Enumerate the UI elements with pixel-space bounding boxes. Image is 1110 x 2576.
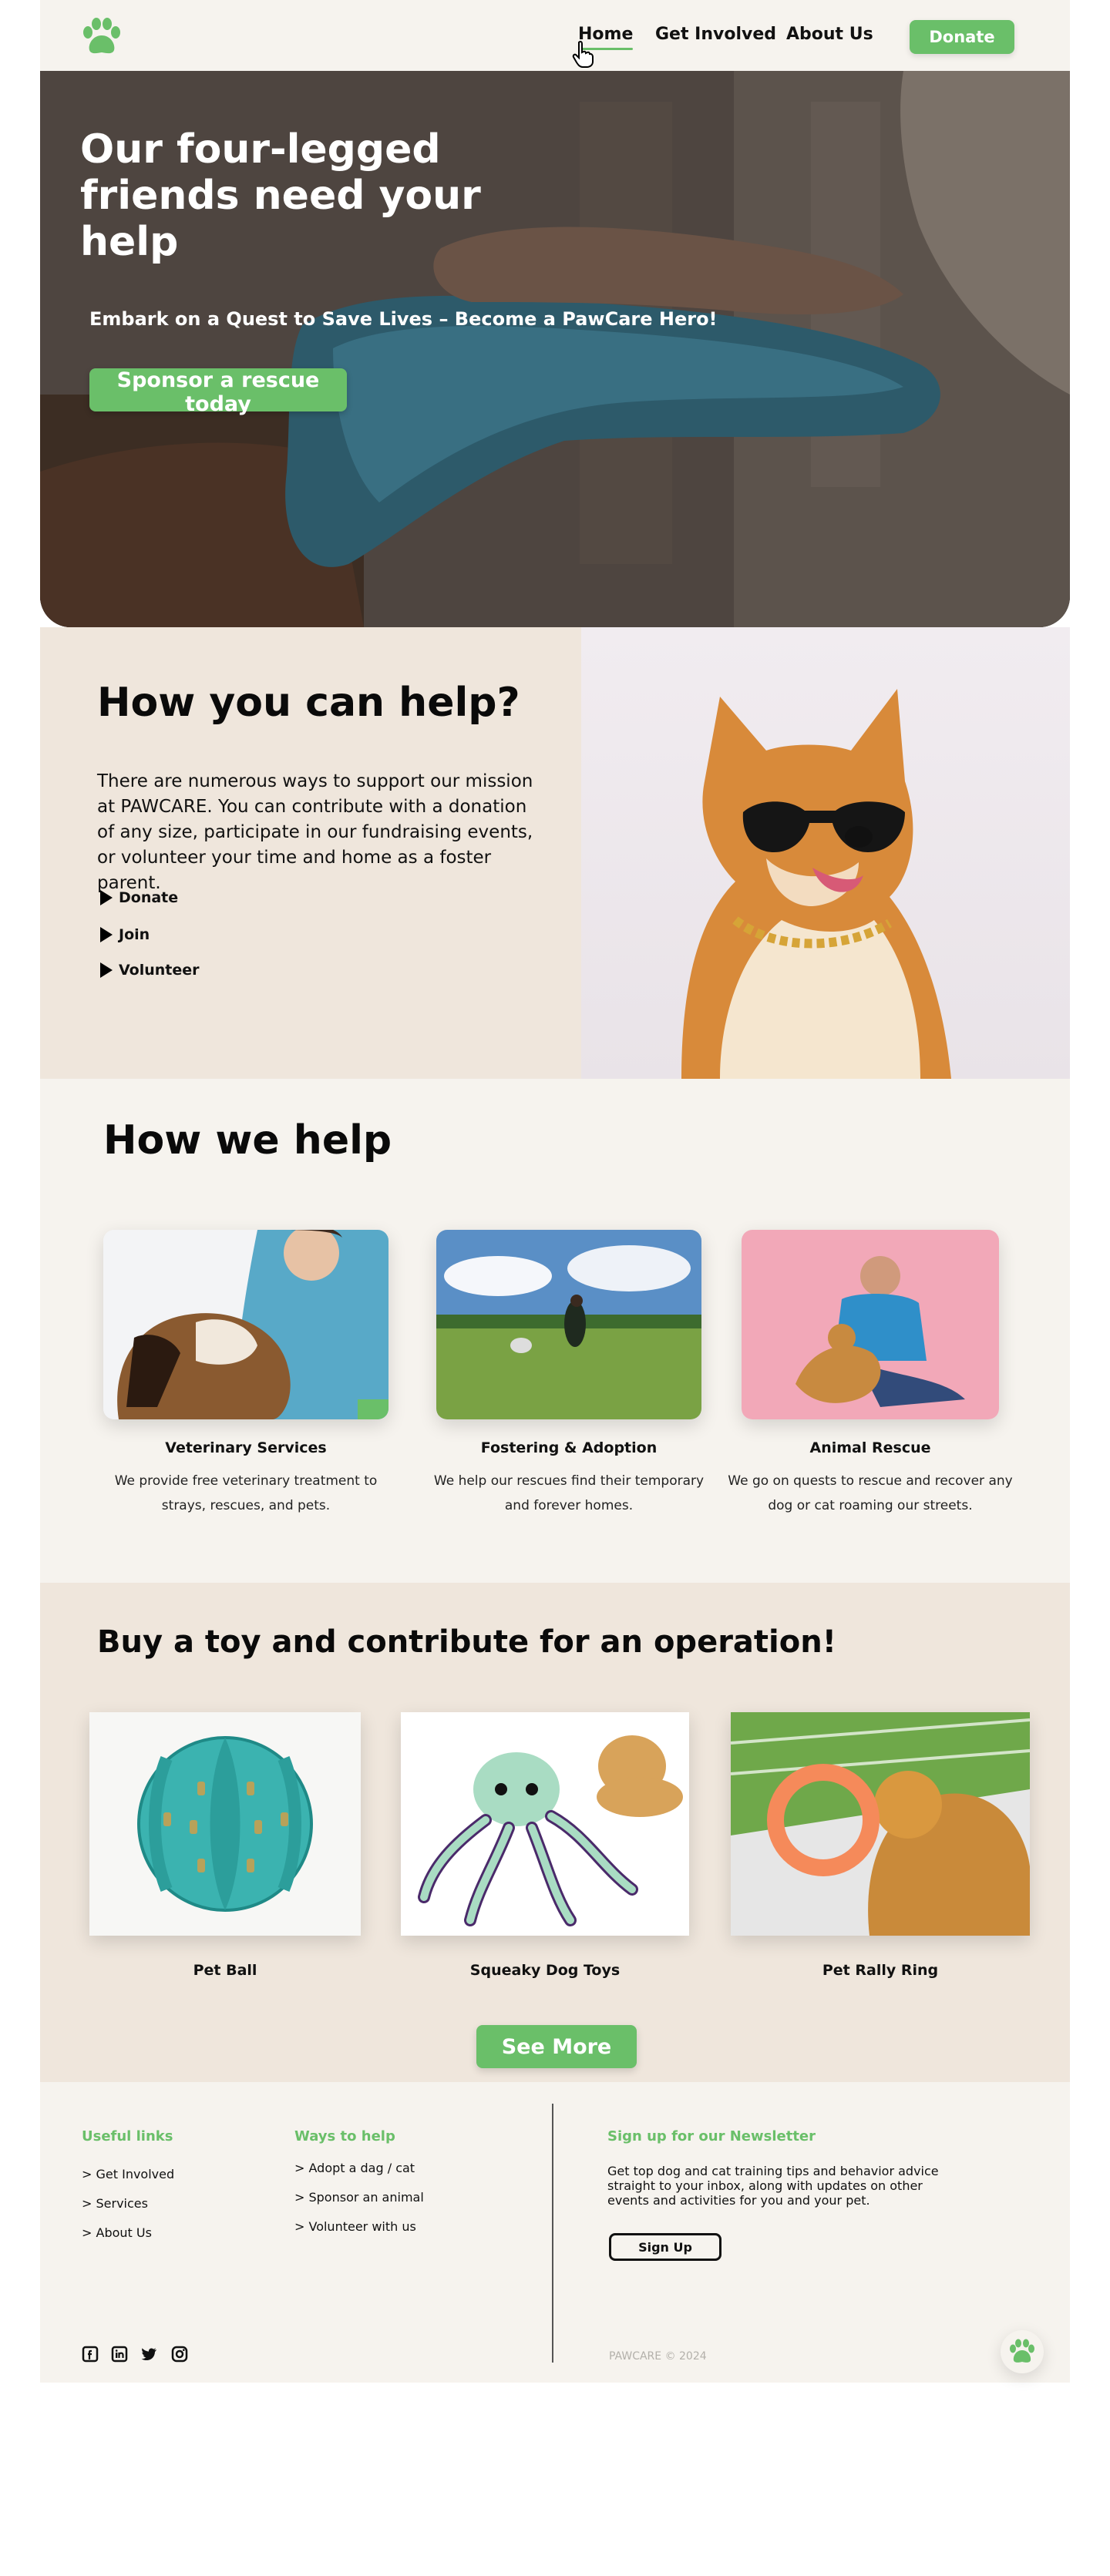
service-title: Animal Rescue bbox=[809, 1439, 931, 1456]
linkedin-icon[interactable] bbox=[111, 2346, 128, 2363]
hero-banner: Our four-legged friends need your help E… bbox=[40, 71, 1070, 627]
footer-link-services[interactable]: > Services bbox=[82, 2196, 148, 2211]
sponsor-rescue-button[interactable]: Sponsor a rescue today bbox=[89, 368, 347, 416]
top-nav: Home Get Involved About Us Donate bbox=[40, 0, 1070, 71]
useful-links-heading: Useful links bbox=[82, 2128, 173, 2144]
footer-link-about-us[interactable]: > About Us bbox=[82, 2225, 152, 2240]
service-title: Veterinary Services bbox=[165, 1439, 327, 1456]
copyright-text: PAWCARE © 2024 bbox=[609, 2350, 707, 2363]
service-description: We help our rescues find their temporary… bbox=[433, 1473, 705, 1513]
nav-get-involved-link[interactable]: Get Involved bbox=[655, 25, 776, 44]
squeaky-dog-toys-photo[interactable] bbox=[401, 1712, 689, 1936]
floating-paw-button[interactable] bbox=[1001, 2330, 1044, 2373]
triangle-right-icon bbox=[100, 927, 113, 942]
hand-cursor-icon bbox=[572, 40, 594, 68]
how-we-help-section: How we help Veterinary Services We provi… bbox=[40, 1079, 1070, 1583]
help-item-volunteer[interactable]: Volunteer bbox=[100, 962, 200, 979]
veterinary-services-photo bbox=[103, 1230, 388, 1419]
ways-to-help-heading: Ways to help bbox=[294, 2128, 395, 2144]
help-description: There are numerous ways to support our m… bbox=[97, 771, 533, 893]
hero-title: Our four-legged friends need your help bbox=[80, 126, 481, 265]
instagram-icon[interactable] bbox=[171, 2346, 188, 2363]
donate-button[interactable]: Donate bbox=[910, 20, 1014, 54]
shiba-sunglasses-photo bbox=[581, 627, 1070, 1079]
help-item-label: Donate bbox=[119, 889, 179, 906]
toys-section: Buy a toy and contribute for an operatio… bbox=[40, 1583, 1070, 2082]
animal-rescue-photo bbox=[742, 1230, 999, 1419]
service-title: Fostering & Adoption bbox=[480, 1439, 658, 1456]
help-title: How you can help? bbox=[97, 680, 520, 726]
hero-subtitle: Embark on a Quest to Save Lives – Become… bbox=[89, 308, 718, 330]
fostering-adoption-photo bbox=[436, 1230, 701, 1419]
footer-divider bbox=[552, 2104, 553, 2363]
footer-link-adopt[interactable]: > Adopt a dag / cat bbox=[294, 2161, 415, 2175]
pet-ball-photo[interactable] bbox=[89, 1712, 361, 1936]
paw-logo-icon[interactable] bbox=[80, 17, 123, 57]
service-description: We provide free veterinary treatment to … bbox=[114, 1473, 378, 1513]
how-you-can-help-section: How you can help? There are numerous way… bbox=[40, 627, 1070, 1079]
site-footer: Useful links > Get Involved > Services >… bbox=[40, 2082, 1070, 2383]
triangle-right-icon bbox=[100, 962, 113, 978]
pet-rally-ring-photo[interactable] bbox=[731, 1712, 1030, 1936]
help-item-join[interactable]: Join bbox=[100, 926, 150, 943]
footer-link-sponsor[interactable]: > Sponsor an animal bbox=[294, 2190, 424, 2205]
toys-title: Buy a toy and contribute for an operatio… bbox=[97, 1624, 836, 1660]
footer-link-volunteer[interactable]: > Volunteer with us bbox=[294, 2219, 416, 2234]
sign-up-button[interactable]: Sign Up bbox=[609, 2233, 722, 2261]
help-item-label: Volunteer bbox=[119, 962, 200, 979]
product-name: Squeaky Dog Toys bbox=[469, 1962, 621, 1979]
twitter-icon[interactable] bbox=[140, 2346, 157, 2363]
triangle-right-icon bbox=[100, 890, 113, 905]
newsletter-heading: Sign up for our Newsletter bbox=[607, 2128, 816, 2144]
service-description: We go on quests to rescue and recover an… bbox=[728, 1473, 1013, 1513]
paw-icon bbox=[1010, 2339, 1034, 2363]
see-more-button[interactable]: See More bbox=[476, 2025, 637, 2068]
help-item-label: Join bbox=[119, 926, 150, 943]
product-name: Pet Rally Ring bbox=[822, 1962, 939, 1979]
newsletter-description: Get top dog and cat training tips and be… bbox=[607, 2164, 939, 2208]
we-help-title: How we help bbox=[103, 1117, 392, 1164]
help-item-donate[interactable]: Donate bbox=[100, 889, 178, 906]
footer-link-get-involved[interactable]: > Get Involved bbox=[82, 2167, 174, 2181]
facebook-icon[interactable] bbox=[82, 2346, 99, 2363]
product-name: Pet Ball bbox=[193, 1962, 257, 1979]
nav-about-us-link[interactable]: About Us bbox=[786, 25, 873, 44]
